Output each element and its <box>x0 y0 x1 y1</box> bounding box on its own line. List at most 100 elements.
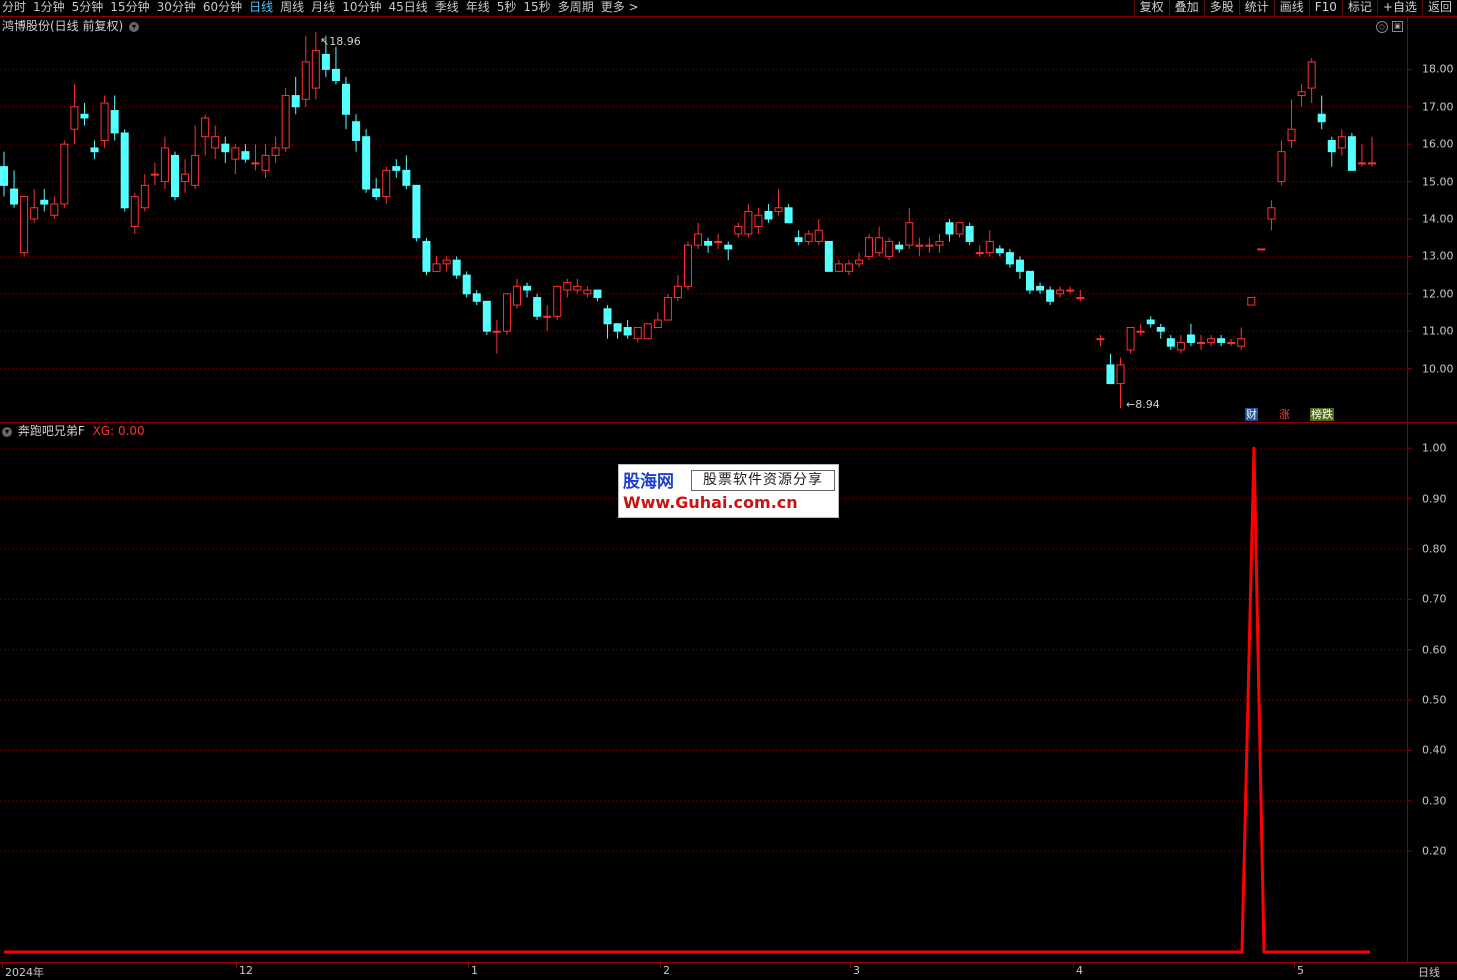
candle-body <box>1176 341 1185 351</box>
date-label: 5 <box>1297 964 1304 977</box>
candle-body <box>362 136 371 190</box>
indicator-name[interactable]: 奔跑吧兄弟F <box>18 424 85 438</box>
price-tick-label: 10.00 <box>1422 362 1454 376</box>
candle-body <box>915 244 924 247</box>
indicator-tick-label: 0.30 <box>1422 794 1447 808</box>
date-tick <box>850 963 851 968</box>
candle-body <box>694 233 703 246</box>
candle-body <box>140 184 149 209</box>
candle-body <box>432 263 441 272</box>
candle-body <box>241 151 250 160</box>
badge-finance[interactable]: 财 <box>1245 408 1258 421</box>
candle-body <box>905 222 914 246</box>
date-label: 12 <box>239 964 253 977</box>
indicator-title-row: ▾ 奔跑吧兄弟F XG: 0.00 <box>2 423 145 439</box>
candle-body <box>1327 139 1336 153</box>
candle-body <box>985 240 994 254</box>
candle-body <box>472 293 481 302</box>
period-indicator[interactable]: 日线 <box>1418 964 1440 980</box>
candle-body <box>804 233 813 242</box>
candle-body <box>382 169 391 198</box>
candle-body <box>160 147 169 183</box>
candle-body <box>623 326 632 336</box>
candle-body <box>1005 252 1014 265</box>
arrow-icon: ↖ <box>320 35 330 48</box>
candle-body <box>885 240 894 257</box>
date-tick <box>1294 963 1295 968</box>
indicator-tick-label: 0.70 <box>1422 592 1447 606</box>
candle-body <box>191 154 200 186</box>
price-tick-label: 11.00 <box>1422 324 1454 338</box>
candle-body <box>1297 91 1306 97</box>
candle-body <box>352 121 361 141</box>
candle-body <box>855 259 863 265</box>
candle-body <box>1337 136 1346 149</box>
candle-body <box>1247 297 1256 306</box>
date-tick <box>2 963 3 968</box>
indicator-tick-label: 1.00 <box>1422 441 1447 455</box>
candle-body <box>653 319 662 328</box>
candle-body <box>704 240 713 246</box>
candle-body <box>875 237 884 254</box>
candle-body <box>1217 338 1226 343</box>
candle-body <box>1347 136 1356 171</box>
candle-body <box>513 285 521 306</box>
indicator-tick-label: 0.50 <box>1422 693 1447 707</box>
candle-body <box>492 330 501 333</box>
candle-body <box>171 154 179 198</box>
candle-body <box>281 95 290 149</box>
candle-body <box>251 162 260 165</box>
candle-body <box>392 166 401 171</box>
candle-body <box>1096 338 1105 341</box>
candle-body <box>1368 162 1376 165</box>
candle-body <box>1257 248 1266 251</box>
candle-body <box>80 113 89 119</box>
candle-body <box>1026 270 1034 291</box>
candle-body <box>462 274 471 295</box>
candle-body <box>865 237 874 257</box>
candle-body <box>1066 289 1075 292</box>
chevron-down-icon[interactable]: ▾ <box>2 426 12 437</box>
candle-body <box>90 147 99 153</box>
candle-body <box>1076 297 1085 300</box>
candle-body <box>211 136 220 149</box>
candle-body <box>643 323 652 340</box>
candle-body <box>1146 319 1155 325</box>
candle-body <box>422 240 431 272</box>
candle-body <box>301 61 310 100</box>
date-tick <box>236 963 237 968</box>
candle-body <box>181 173 190 183</box>
indicator-tick-label: 0.90 <box>1422 492 1447 506</box>
candle-body <box>1166 338 1175 347</box>
candle-body <box>1056 289 1065 295</box>
candle-body <box>100 102 109 141</box>
candle-body <box>271 147 280 156</box>
candle-body <box>975 252 984 255</box>
candle-body <box>1307 61 1316 89</box>
candle-body <box>613 323 622 332</box>
candle-body <box>482 300 491 332</box>
candle-body <box>50 203 59 216</box>
date-label: 3 <box>853 964 860 977</box>
date-axis: 2024年 12 1 2 3 4 5 日线 <box>0 962 1457 980</box>
watermark-logo: 股海网 <box>623 472 674 492</box>
badge-limit-up[interactable]: 涨 <box>1278 408 1291 421</box>
candle-body <box>553 285 562 317</box>
candle-body <box>30 207 39 220</box>
candle-body <box>543 315 552 318</box>
candle-body <box>342 83 350 115</box>
candle-body <box>583 289 592 295</box>
price-tick-label: 18.00 <box>1422 62 1454 76</box>
candle-body <box>1036 285 1045 291</box>
candle-body <box>844 263 853 272</box>
candle-body <box>945 222 954 235</box>
candle-body <box>734 225 743 235</box>
candle-body <box>442 259 451 265</box>
candle-body <box>774 207 783 213</box>
badge-rank-down[interactable]: 榜跌 <box>1310 408 1334 421</box>
candle-body <box>764 211 773 220</box>
price-tick-label: 12.00 <box>1422 287 1454 301</box>
candle-body <box>955 222 964 235</box>
candle-body <box>20 196 29 254</box>
candle-body <box>1046 289 1055 302</box>
